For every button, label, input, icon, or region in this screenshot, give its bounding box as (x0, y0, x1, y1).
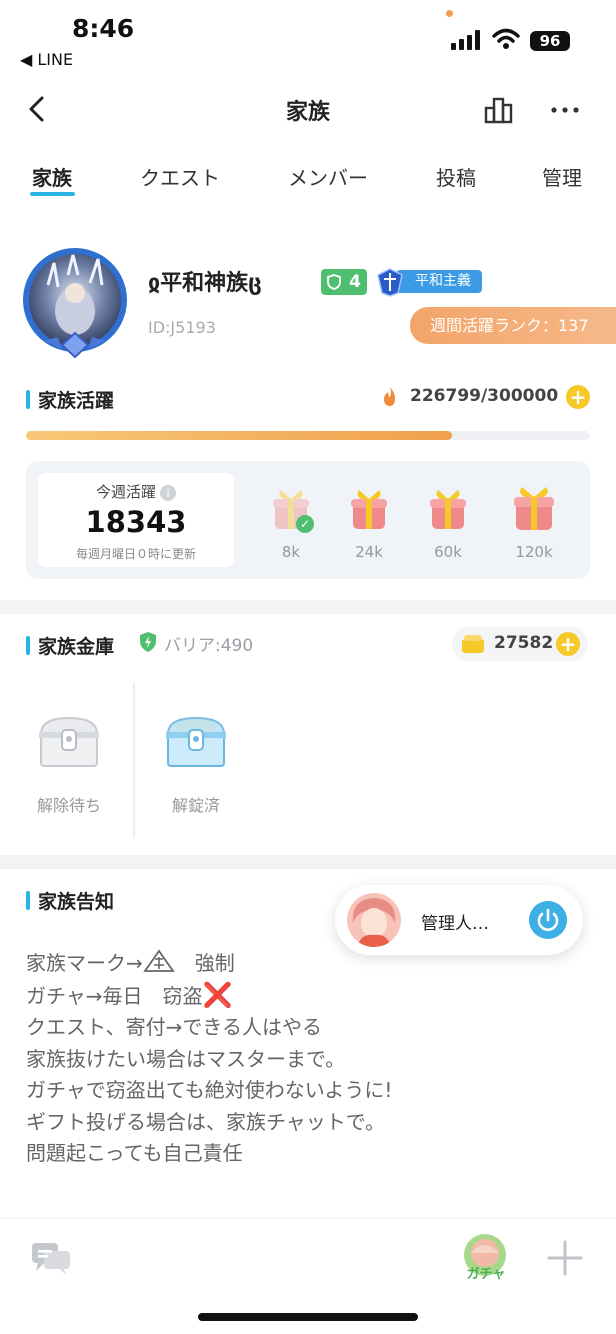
notice-line: 問題起こっても自己責任 (26, 1141, 243, 1165)
gift-box-icon (430, 490, 466, 529)
notice-line: ギフト投げる場合は、家族チャットで。 (26, 1109, 385, 1134)
policy-label: 平和主義 (396, 270, 482, 293)
weekly-activity-value: 18343 (85, 505, 187, 539)
notice-text: 強制 (174, 951, 235, 975)
activity-progress-bar (26, 431, 590, 440)
barrier-status[interactable]: バリア:490 (138, 631, 253, 656)
info-icon[interactable]: i (160, 484, 176, 501)
notice-line: ガチャ→毎日 窃盗❌ (26, 980, 392, 1013)
battery-indicator: 96 (530, 31, 570, 51)
claimed-check-icon: ✓ (296, 515, 314, 533)
activity-points: 226799/300000 (380, 386, 558, 406)
weekly-reset-note: 毎週月曜日０時に更新 (75, 547, 196, 561)
power-icon[interactable] (529, 901, 567, 939)
chest-label: 解錠済 (171, 796, 220, 815)
ranking-icon[interactable] (482, 94, 516, 126)
tab-bar: 家族 クエスト メンバー 投稿 管理 (0, 150, 616, 206)
weekly-activity-label: 今週活躍 i (38, 481, 234, 502)
admin-name: 管理人… (421, 914, 489, 934)
activity-section-title: 家族活躍 (26, 386, 114, 413)
page-title: 家族 (285, 100, 330, 125)
signal-icon (451, 30, 480, 50)
policy-emblem-icon (377, 268, 403, 297)
gift-box-icon (514, 487, 554, 530)
home-indicator (198, 1313, 418, 1321)
more-menu-icon[interactable] (548, 94, 582, 126)
notice-section-title: 家族告知 (26, 887, 114, 914)
coin-stack-icon (462, 635, 484, 653)
reward-gift-60k[interactable]: 60k (418, 485, 478, 561)
chest-label: 解除待ち (36, 796, 101, 815)
gacha-label[interactable]: ガチャ (462, 1263, 510, 1282)
vault-coin-amount: 27582 (494, 633, 554, 653)
family-mark-icon (143, 949, 175, 972)
nav-header: 家族 (0, 82, 616, 138)
family-level: 4 (349, 272, 361, 292)
admin-floating-widget[interactable]: 管理人… (335, 885, 583, 955)
add-activity-button[interactable]: + (566, 385, 590, 409)
tab-manage[interactable]: 管理 (542, 162, 582, 191)
gift-box-icon (351, 490, 387, 529)
wifi-icon (492, 28, 520, 49)
admin-avatar (347, 893, 401, 947)
family-id: ID:J5193 (148, 318, 216, 337)
vault-chest-unlocked[interactable]: 解錠済 (151, 712, 241, 816)
status-time: 8:46 (72, 14, 135, 43)
activity-progress-fill (26, 431, 453, 440)
barrier-shield-icon (140, 632, 156, 652)
family-notice-text: 家族マーク→ 強制 ガチャ→毎日 窃盗❌ クエスト、寄付→できる人はやる 家族抜… (26, 948, 392, 1170)
reward-label: 24k (355, 543, 383, 561)
chat-icon[interactable] (30, 1239, 72, 1277)
locked-chest-icon (39, 716, 99, 767)
notice-line: 家族マーク→ 強制 (26, 948, 392, 980)
plus-icon[interactable] (546, 1239, 584, 1277)
back-to-app-link[interactable]: ◀ LINE (20, 50, 73, 69)
vault-chest-locked[interactable]: 解除待ち (24, 712, 114, 816)
reward-gift-24k[interactable]: 24k (339, 485, 399, 561)
status-bar: 8:46 ◀ LINE 96 (0, 0, 616, 76)
section-divider (0, 600, 616, 614)
notice-line: 家族抜けたい場合はマスターまで。 (26, 1046, 346, 1071)
reward-label: 60k (434, 543, 462, 561)
notice-line: ガチャで窃盗出ても絶対使わないように! (26, 1078, 393, 1102)
section-divider (0, 855, 616, 869)
reward-gift-120k[interactable]: 120k (504, 485, 564, 561)
family-name: ჲ平和神族ც (148, 271, 262, 296)
active-tab-indicator (30, 192, 75, 196)
reward-label: 8k (281, 543, 301, 561)
tab-members[interactable]: メンバー (288, 162, 368, 191)
vault-section-title: 家族金庫 (26, 632, 114, 659)
weekly-rank-pill[interactable]: 週間活躍ランク：137 (410, 307, 616, 344)
add-coins-button[interactable]: + (556, 632, 580, 656)
barrier-value: バリア:490 (164, 636, 254, 656)
weekly-activity-card: 今週活躍 i 18343 毎週月曜日０時に更新 (38, 473, 234, 567)
tab-family[interactable]: 家族 (32, 162, 72, 191)
tab-quest[interactable]: クエスト (140, 162, 220, 191)
unlocked-chest-icon (166, 716, 226, 767)
cross-mark-icon: ❌ (202, 980, 233, 1009)
vault-separator (133, 683, 135, 838)
notice-text: ガチャ→毎日 窃盗 (26, 983, 203, 1008)
notice-text: 家族マーク→ (26, 951, 143, 975)
activity-points-text: 226799/300000 (410, 386, 559, 406)
family-avatar[interactable] (18, 245, 132, 359)
notice-line: クエスト、寄付→できる人はやる (26, 1015, 322, 1039)
family-level-badge: 4 (321, 269, 367, 295)
reward-label: 120k (515, 543, 553, 561)
level-shield-icon (327, 274, 341, 290)
privacy-dot-icon (446, 10, 453, 17)
weekly-activity-panel: 今週活躍 i 18343 毎週月曜日０時に更新 ✓ 8k 24k 60k 120… (26, 461, 590, 579)
reward-gift-8k[interactable]: ✓ 8k (261, 485, 321, 561)
tab-posts[interactable]: 投稿 (436, 162, 476, 191)
weekly-activity-label-text: 今週活躍 (95, 483, 156, 501)
